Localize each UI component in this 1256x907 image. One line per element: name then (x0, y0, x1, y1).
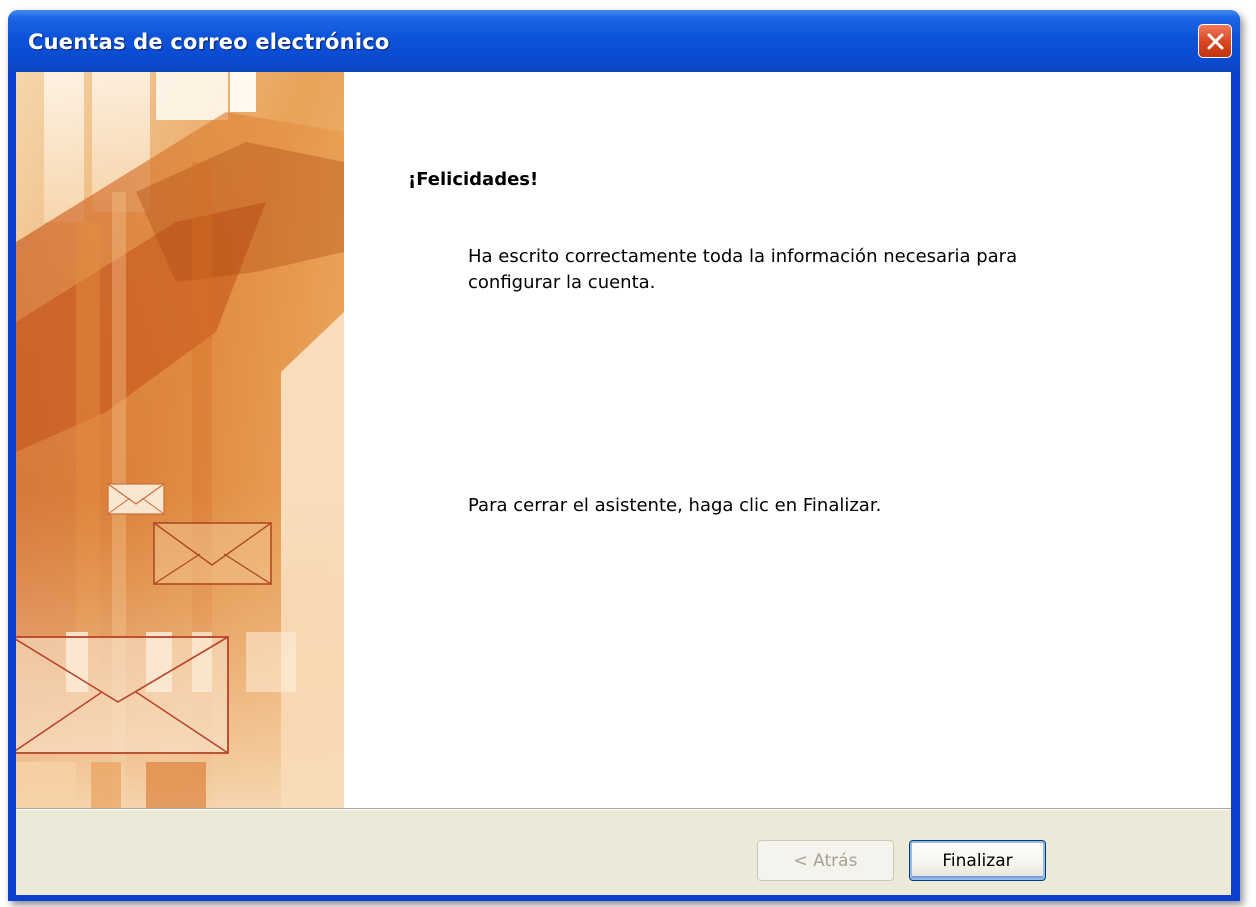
wizard-window: Cuentas de correo electrónico ¡Felicidad… (8, 10, 1240, 901)
page-heading: ¡Felicidades! (408, 169, 539, 190)
envelope-icon (16, 636, 229, 754)
envelope-icon (153, 522, 272, 585)
dialog-client-area: ¡Felicidades! Ha escrito correctamente t… (16, 72, 1231, 895)
finish-instruction: Para cerrar el asistente, haga clic en F… (468, 495, 882, 516)
close-icon (1207, 33, 1224, 50)
banner-artwork (16, 72, 344, 808)
window-title: Cuentas de correo electrónico (28, 30, 390, 54)
close-button[interactable] (1198, 24, 1232, 58)
title-bar[interactable]: Cuentas de correo electrónico (8, 10, 1240, 72)
envelope-icon (107, 483, 165, 515)
finish-button[interactable]: Finalizar (909, 840, 1046, 881)
wizard-side-banner (16, 72, 344, 808)
wizard-page: ¡Felicidades! Ha escrito correctamente t… (16, 72, 1231, 809)
completion-message: Ha escrito correctamente toda la informa… (468, 246, 1018, 293)
back-button[interactable]: < Atrás (757, 840, 894, 881)
